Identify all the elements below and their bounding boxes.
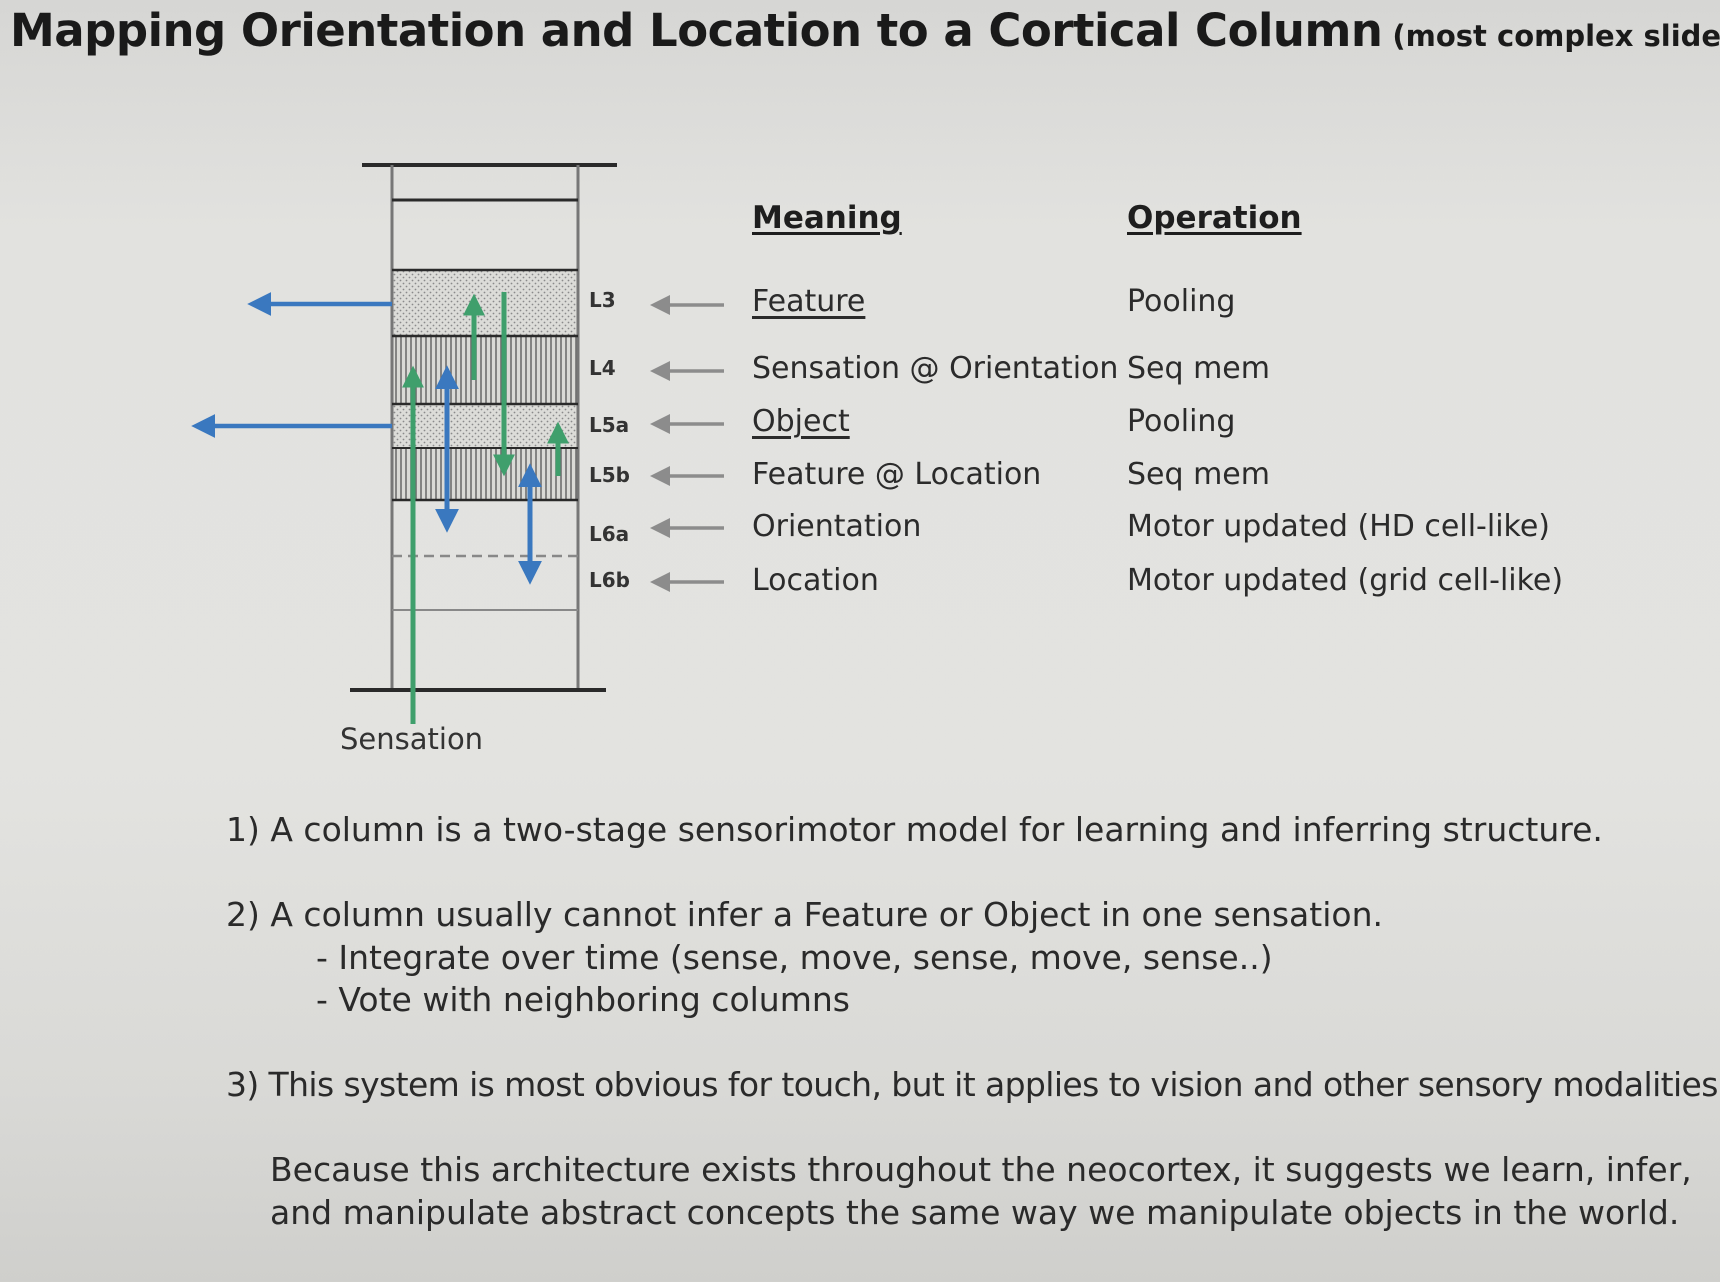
point-2-sub-2: - Vote with neighboring columns — [316, 980, 850, 1019]
layer-l4-fill — [392, 336, 578, 404]
point-2: 2) A column usually cannot infer a Featu… — [226, 895, 1383, 934]
operation-header: Operation — [1127, 200, 1302, 236]
layer-l3-fill — [392, 270, 578, 336]
layer-label-l6b: L6b — [589, 568, 630, 592]
meaning-feature: Feature — [752, 284, 866, 319]
meaning-object: Object — [752, 404, 850, 439]
meaning-orientation: Orientation — [752, 509, 922, 544]
conclusion-line-1: Because this architecture exists through… — [270, 1150, 1692, 1189]
layer-label-l5a: L5a — [589, 413, 629, 437]
operation-pooling-l5a: Pooling — [1127, 404, 1236, 439]
operation-seqmem-l5b: Seq mem — [1127, 457, 1270, 492]
meaning-location: Location — [752, 563, 879, 598]
point-3: 3) This system is most obvious for touch… — [226, 1065, 1720, 1104]
layer-label-l4: L4 — [589, 356, 616, 380]
point-1: 1) A column is a two-stage sensorimotor … — [226, 810, 1603, 849]
layer-label-l3: L3 — [589, 288, 616, 312]
operation-seqmem-l4: Seq mem — [1127, 351, 1270, 386]
layer-label-l6a: L6a — [589, 522, 629, 546]
layer-label-l5b: L5b — [589, 463, 630, 487]
point-2-sub-1: - Integrate over time (sense, move, sens… — [316, 938, 1273, 977]
meaning-feature-location: Feature @ Location — [752, 457, 1042, 492]
layer-l5b-fill — [392, 448, 578, 500]
layer-l5a-fill — [392, 404, 578, 448]
operation-hd-cell: Motor updated (HD cell-like) — [1127, 509, 1550, 544]
meaning-sensation-orientation: Sensation @ Orientation — [752, 351, 1119, 386]
operation-pooling-l3: Pooling — [1127, 284, 1236, 319]
operation-grid-cell: Motor updated (grid cell-like) — [1127, 563, 1564, 598]
meaning-header: Meaning — [752, 200, 902, 236]
conclusion-line-2: and manipulate abstract concepts the sam… — [270, 1193, 1680, 1232]
sensation-label: Sensation — [340, 722, 484, 756]
gray-arrows — [650, 295, 724, 592]
